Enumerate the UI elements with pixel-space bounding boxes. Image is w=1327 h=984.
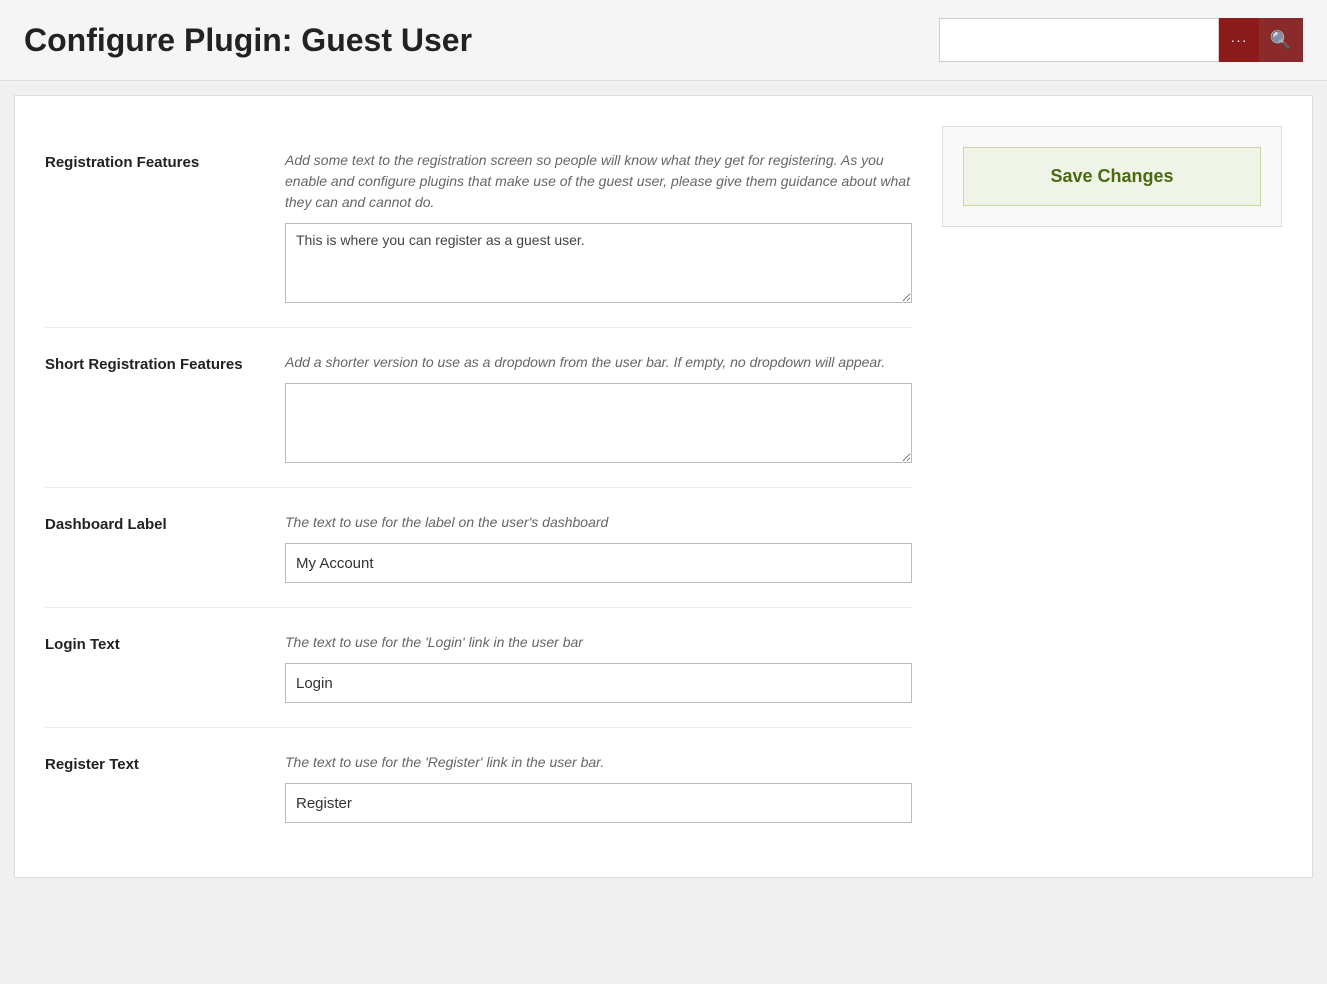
label-dashboard_label: Dashboard Label — [45, 512, 265, 533]
field-row-short_registration_features: Short Registration Features Add a shorter… — [45, 328, 912, 488]
field-right-dashboard_label: The text to use for the label on the use… — [285, 512, 912, 583]
description-login_text: The text to use for the 'Login' link in … — [285, 632, 912, 653]
textarea-registration_features[interactable] — [285, 223, 912, 303]
description-register_text: The text to use for the 'Register' link … — [285, 752, 912, 773]
search-input[interactable] — [939, 18, 1219, 62]
description-short_registration_features: Add a shorter version to use as a dropdo… — [285, 352, 912, 373]
form-section: Registration Features Add some text to th… — [45, 126, 912, 847]
field-right-register_text: The text to use for the 'Register' link … — [285, 752, 912, 823]
header-search-area: ··· 🔍 — [939, 18, 1303, 62]
search-dots-button[interactable]: ··· — [1219, 18, 1259, 62]
label-login_text: Login Text — [45, 632, 265, 653]
save-changes-button[interactable]: Save Changes — [963, 147, 1261, 206]
main-content: Registration Features Add some text to th… — [14, 95, 1313, 878]
input-register_text[interactable] — [285, 783, 912, 823]
input-login_text[interactable] — [285, 663, 912, 703]
field-row-register_text: Register Text The text to use for the 'Re… — [45, 728, 912, 847]
label-short_registration_features: Short Registration Features — [45, 352, 265, 373]
field-right-login_text: The text to use for the 'Login' link in … — [285, 632, 912, 703]
field-right-registration_features: Add some text to the registration screen… — [285, 150, 912, 303]
description-dashboard_label: The text to use for the label on the use… — [285, 512, 912, 533]
textarea-short_registration_features[interactable] — [285, 383, 912, 463]
search-button[interactable]: 🔍 — [1259, 18, 1303, 62]
field-row-dashboard_label: Dashboard Label The text to use for the l… — [45, 488, 912, 608]
description-registration_features: Add some text to the registration screen… — [285, 150, 912, 213]
input-dashboard_label[interactable] — [285, 543, 912, 583]
save-changes-box: Save Changes — [942, 126, 1282, 227]
label-registration_features: Registration Features — [45, 150, 265, 171]
label-register_text: Register Text — [45, 752, 265, 773]
page-title: Configure Plugin: Guest User — [24, 22, 472, 59]
field-row-registration_features: Registration Features Add some text to th… — [45, 126, 912, 328]
search-magnifier-icon: 🔍 — [1270, 30, 1292, 51]
field-right-short_registration_features: Add a shorter version to use as a dropdo… — [285, 352, 912, 463]
page-header: Configure Plugin: Guest User ··· 🔍 — [0, 0, 1327, 81]
field-row-login_text: Login Text The text to use for the 'Login… — [45, 608, 912, 728]
layout-grid: Registration Features Add some text to th… — [45, 126, 1282, 847]
sidebar-panel: Save Changes — [942, 126, 1282, 847]
dots-icon: ··· — [1231, 32, 1248, 48]
